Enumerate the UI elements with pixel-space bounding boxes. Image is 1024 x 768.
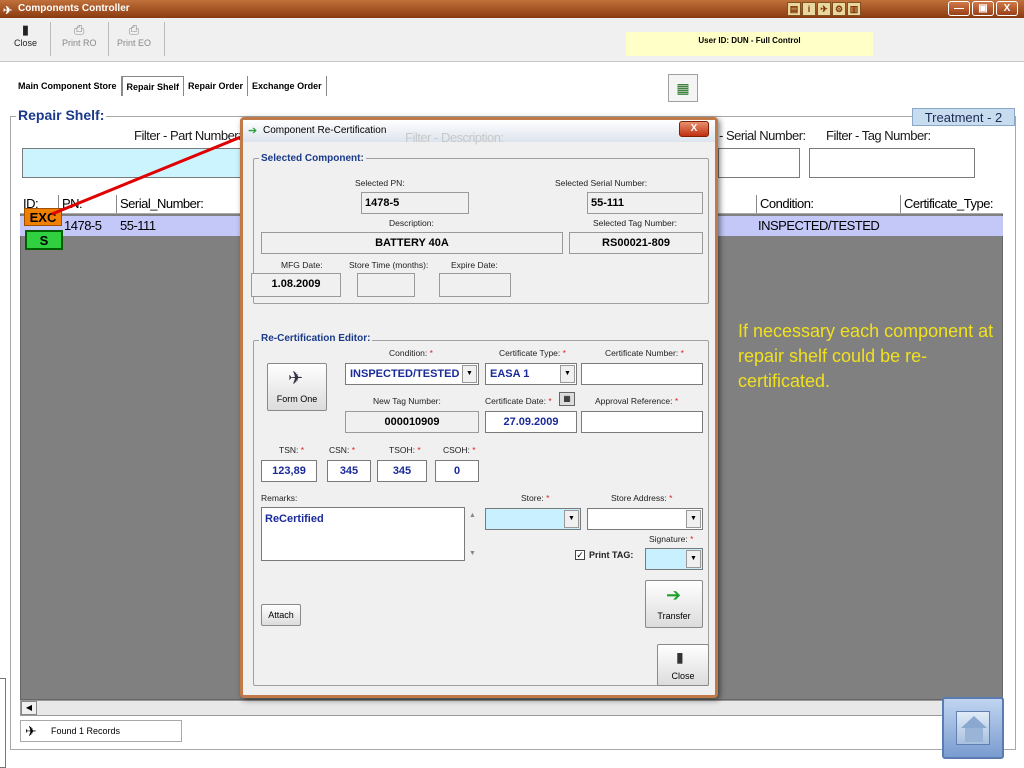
form-one-button[interactable]: ✈ Form One: [267, 363, 327, 411]
selected-component-title: Selected Component:: [259, 153, 366, 164]
store-time-label: Store Time (months):: [349, 260, 429, 270]
approval-reference-input[interactable]: [581, 411, 703, 433]
store-select[interactable]: ▼: [485, 508, 581, 530]
form-one-label: Form One: [276, 394, 318, 404]
chevron-down-icon[interactable]: ▼: [686, 550, 701, 568]
description-label: Description:: [389, 218, 434, 228]
certificate-number-label: Certificate Number: *: [605, 348, 684, 358]
calendar-icon[interactable]: ▦: [559, 392, 575, 406]
dialog-close-label: Close: [671, 671, 695, 681]
airplane-icon: ✈: [288, 368, 304, 388]
new-tag-field: 000010909: [345, 411, 479, 433]
arrow-right-icon: ➔: [666, 585, 682, 605]
selected-tag-label: Selected Tag Number:: [593, 218, 677, 228]
signature-label: Signature: *: [649, 534, 693, 544]
csn-label: CSN: *: [329, 445, 355, 455]
tsn-label-text: TSN:: [279, 445, 299, 455]
description-field: BATTERY 40A: [261, 232, 563, 254]
scroll-up-icon[interactable]: ▲: [469, 512, 476, 519]
home-button[interactable]: [942, 697, 1004, 759]
certificate-date-input[interactable]: 27.09.2009: [485, 411, 577, 433]
csn-label-text: CSN:: [329, 445, 350, 455]
print-tag-label: Print TAG:: [589, 550, 634, 560]
tsn-input[interactable]: 123,89: [261, 460, 317, 482]
condition-label-text: Condition:: [389, 348, 428, 358]
required-mark: *: [546, 493, 550, 503]
certificate-number-label-text: Certificate Number:: [605, 348, 679, 358]
home-icon: [956, 711, 990, 745]
certificate-type-select[interactable]: EASA 1 ▼: [485, 363, 577, 385]
chevron-down-icon[interactable]: ▼: [686, 510, 701, 528]
signature-select[interactable]: ▼: [645, 548, 703, 570]
new-tag-label: New Tag Number:: [373, 396, 441, 406]
tsn-label: TSN: *: [279, 445, 304, 455]
required-mark: *: [351, 445, 355, 455]
required-mark: *: [680, 348, 684, 358]
mfg-date-label: MFG Date:: [281, 260, 323, 270]
approval-reference-label: Approval Reference: *: [595, 396, 678, 406]
certificate-date-label-text: Certificate Date:: [485, 396, 546, 406]
door-icon: ▮: [676, 649, 684, 665]
csn-input[interactable]: 345: [327, 460, 371, 482]
transfer-button[interactable]: ➔ Transfer: [645, 580, 703, 628]
certificate-type-value: EASA 1: [490, 368, 530, 380]
recertification-dialog: ➔ Component Re-Certification X Filter - …: [240, 117, 718, 698]
store-label-text: Store:: [521, 493, 544, 503]
selected-pn-label: Selected PN:: [355, 178, 405, 188]
approval-reference-label-text: Approval Reference:: [595, 396, 673, 406]
required-mark: *: [548, 396, 552, 406]
condition-label: Condition: *: [389, 348, 433, 358]
selected-tag-field: RS00021-809: [569, 232, 703, 254]
store-time-field: [357, 273, 415, 297]
certificate-date-label: Certificate Date: *: [485, 396, 552, 406]
selected-pn-field: 1478-5: [361, 192, 469, 214]
signature-label-text: Signature:: [649, 534, 688, 544]
house-shape: [961, 716, 987, 742]
print-tag-checkbox[interactable]: ✓: [575, 550, 585, 560]
arrow-icon: ➔: [248, 125, 258, 137]
transfer-label: Transfer: [657, 611, 691, 621]
expire-date-field: [439, 273, 511, 297]
selected-serial-field: 55-111: [587, 192, 703, 214]
dialog-close-button[interactable]: ▮ Close: [657, 644, 709, 686]
remarks-textarea[interactable]: ReCertified: [261, 507, 465, 561]
dialog-title: Component Re-Certification: [263, 125, 387, 136]
certificate-type-label-text: Certificate Type:: [499, 348, 561, 358]
tsoh-label-text: TSOH:: [389, 445, 415, 455]
csoh-label: CSOH: *: [443, 445, 476, 455]
chevron-down-icon[interactable]: ▼: [564, 510, 579, 528]
required-mark: *: [674, 396, 679, 406]
attach-button[interactable]: Attach: [261, 604, 301, 626]
csoh-label-text: CSOH:: [443, 445, 470, 455]
required-mark: *: [417, 445, 421, 455]
required-mark: *: [690, 534, 694, 544]
scroll-down-icon[interactable]: ▼: [469, 550, 476, 557]
expire-date-label: Expire Date:: [451, 260, 498, 270]
condition-select[interactable]: INSPECTED/TESTED ▼: [345, 363, 479, 385]
csoh-input[interactable]: 0: [435, 460, 479, 482]
tsoh-label: TSOH: *: [389, 445, 421, 455]
dialog-close-icon[interactable]: X: [679, 121, 709, 137]
certificate-type-label: Certificate Type: *: [499, 348, 566, 358]
selected-serial-label: Selected Serial Number:: [555, 178, 648, 188]
required-mark: *: [429, 348, 433, 358]
required-mark: *: [300, 445, 305, 455]
required-mark: *: [562, 348, 566, 358]
remarks-label: Remarks:: [261, 493, 298, 503]
left-edge-panel: [0, 678, 6, 768]
chevron-down-icon[interactable]: ▼: [560, 365, 575, 383]
tsoh-input[interactable]: 345: [377, 460, 427, 482]
store-address-select[interactable]: ▼: [587, 508, 703, 530]
editor-title: Re-Certification Editor:: [259, 333, 373, 344]
condition-value: INSPECTED/TESTED: [350, 368, 460, 380]
required-mark: *: [472, 445, 476, 455]
mfg-date-field: 1.08.2009: [251, 273, 341, 297]
required-mark: *: [669, 493, 673, 503]
certificate-number-input[interactable]: [581, 363, 703, 385]
store-address-label-text: Store Address:: [611, 493, 667, 503]
store-address-label: Store Address: *: [611, 493, 672, 503]
chevron-down-icon[interactable]: ▼: [462, 365, 477, 383]
store-label: Store: *: [521, 493, 549, 503]
ghost-filter-description: Filter - Description:: [405, 130, 504, 145]
